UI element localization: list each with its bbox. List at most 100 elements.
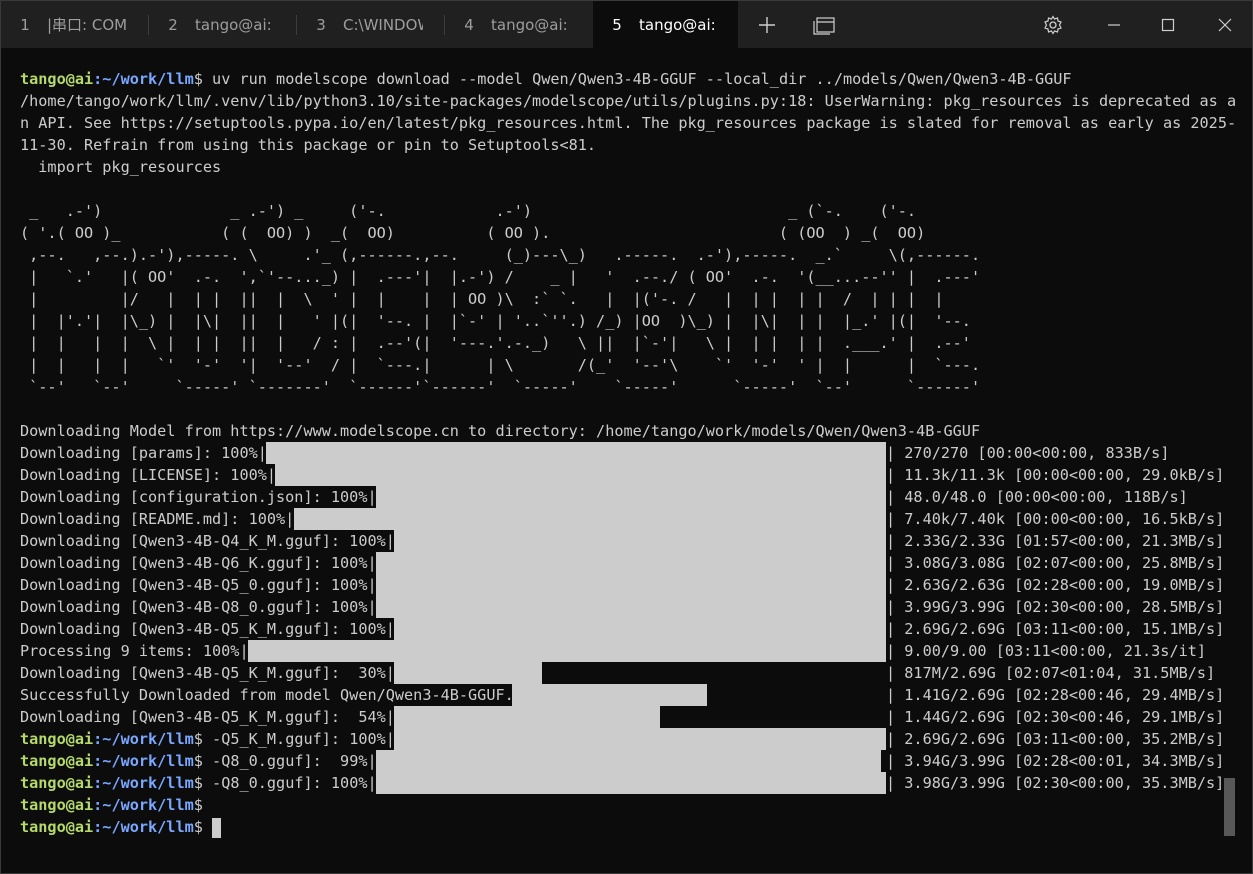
progress-bar-fill bbox=[512, 684, 707, 706]
progress-stats: | 11.3k/11.3k [00:00<00:00, 29.0kB/s] bbox=[886, 466, 1225, 484]
tab-4[interactable]: 4 tango@ai: ~ bbox=[445, 1, 592, 48]
minimize-button[interactable] bbox=[1091, 1, 1137, 48]
warning-line: n API. See https://setuptools.pypa.io/en… bbox=[20, 114, 1237, 132]
progress-bar-fill bbox=[393, 706, 660, 728]
tab-number: 2 bbox=[168, 15, 178, 34]
progress-label: Downloading [Qwen3-4B-Q4_K_M.gguf]: 100%… bbox=[20, 532, 395, 550]
progress-bar-fill bbox=[293, 508, 886, 530]
progress-label: -Q8_0.gguf]: 99%| bbox=[202, 752, 377, 770]
prompt-symbol: $ bbox=[193, 774, 203, 792]
progress-line: Downloading [Qwen3-4B-Q5_0.gguf]: 100%| bbox=[20, 574, 377, 596]
close-button[interactable] bbox=[1202, 1, 1248, 48]
progress-bar-fill bbox=[393, 530, 886, 552]
progress-stats: | 3.98G/3.99G [02:30<00:00, 35.3MB/s] bbox=[886, 774, 1225, 792]
ascii-art-line: ,--. ,--.).-'),-----. \ .'_ (,------.,--… bbox=[20, 246, 981, 264]
command-line: tango@ai:~/work/llm$ uv run modelscope d… bbox=[20, 68, 1072, 90]
tab-title: C:\WINDOWS bbox=[343, 15, 423, 34]
active-prompt-line[interactable]: tango@ai:~/work/llm$ bbox=[20, 816, 222, 838]
minimize-icon bbox=[1108, 23, 1120, 26]
progress-label: Downloading [Qwen3-4B-Q5_K_M.gguf]: 54%| bbox=[20, 708, 395, 726]
progress-line: tango@ai:~/work/llm$ -Q8_0.gguf]: 99%| bbox=[20, 750, 377, 772]
warning-line: 11-30. Refrain from using this package o… bbox=[20, 136, 597, 154]
progress-bar-fill bbox=[393, 728, 886, 750]
progress-stats: | 2.63G/2.63G [02:28<00:00, 19.0MB/s] bbox=[886, 576, 1225, 594]
progress-stats: | 3.94G/3.99G [02:28<00:01, 34.3MB/s] bbox=[886, 752, 1225, 770]
ascii-art-line: `--' `--' `-----' `-------' `------'`---… bbox=[20, 378, 981, 396]
progress-line: Downloading [Qwen3-4B-Q8_0.gguf]: 100%| bbox=[20, 596, 377, 618]
progress-line: tango@ai:~/work/llm$ -Q8_0.gguf]: 100%| bbox=[20, 772, 377, 794]
progress-label: Downloading [params]: 100%| bbox=[20, 444, 267, 462]
prompt-symbol: $ bbox=[193, 70, 203, 88]
dropdown-button[interactable] bbox=[802, 1, 846, 48]
scrollbar-thumb[interactable] bbox=[1224, 778, 1235, 836]
progress-stats: | 1.44G/2.69G [02:30<00:46, 29.1MB/s] bbox=[886, 708, 1225, 726]
text-cursor bbox=[212, 817, 222, 838]
dropdown-icon bbox=[813, 16, 835, 35]
progress-bar-fill bbox=[393, 662, 542, 684]
progress-label: Downloading [Qwen3-4B-Q5_K_M.gguf]: 30%| bbox=[20, 664, 395, 682]
progress-bar-fill bbox=[393, 618, 886, 640]
tab-5-active[interactable]: 5 tango@ai: ~ bbox=[593, 1, 738, 48]
progress-line: Downloading [Qwen3-4B-Q6_K.gguf]: 100%| bbox=[20, 552, 377, 574]
progress-stats: | 2.69G/2.69G [03:11<00:00, 35.2MB/s] bbox=[886, 730, 1225, 748]
progress-bar-fill bbox=[266, 442, 886, 464]
progress-stats: | 270/270 [00:00<00:00, 833B/s] bbox=[886, 444, 1170, 462]
progress-line: Downloading [configuration.json]: 100%| bbox=[20, 486, 377, 508]
progress-label: Downloading [Qwen3-4B-Q6_K.gguf]: 100%| bbox=[20, 554, 377, 572]
progress-label: Downloading [Qwen3-4B-Q8_0.gguf]: 100%| bbox=[20, 598, 377, 616]
tab-bar: 1 |串口: COM1 2 tango@ai: ~ 3 C:\WINDOWS 4… bbox=[1, 1, 1252, 48]
new-tab-button[interactable] bbox=[747, 1, 787, 48]
progress-line: Processing 9 items: 100%| bbox=[20, 640, 249, 662]
maximize-button[interactable] bbox=[1145, 1, 1191, 48]
prompt-user: tango@ai bbox=[20, 752, 94, 770]
warning-line: import pkg_resources bbox=[20, 158, 222, 176]
prompt-user: tango@ai bbox=[20, 70, 94, 88]
tab-title: |串口: COM1 bbox=[47, 16, 127, 34]
tab-number: 5 bbox=[612, 15, 622, 34]
tab-1[interactable]: 1 |串口: COM1 bbox=[1, 1, 148, 48]
progress-line: Downloading [Qwen3-4B-Q4_K_M.gguf]: 100%… bbox=[20, 530, 395, 552]
terminal-window: 1 |串口: COM1 2 tango@ai: ~ 3 C:\WINDOWS 4… bbox=[0, 0, 1253, 874]
progress-stats: | 7.40k/7.40k [00:00<00:00, 16.5kB/s] bbox=[886, 510, 1225, 528]
progress-line: Downloading [LICENSE]: 100%| bbox=[20, 464, 276, 486]
progress-label: Successfully Downloaded from model Qwen/… bbox=[20, 686, 514, 704]
progress-line: Downloading [Qwen3-4B-Q5_K_M.gguf]: 30%| bbox=[20, 662, 395, 684]
tab-title: tango@ai: ~ bbox=[639, 15, 719, 34]
prompt-user: tango@ai bbox=[20, 818, 94, 836]
tab-title: tango@ai: ~ bbox=[195, 15, 275, 34]
prompt-path: :~/work/llm bbox=[93, 730, 194, 748]
progress-label: Downloading [LICENSE]: 100%| bbox=[20, 466, 277, 484]
progress-bar-fill bbox=[375, 574, 886, 596]
command-text: uv run modelscope download --model Qwen/… bbox=[202, 70, 1072, 88]
progress-stats: | 2.33G/2.33G [01:57<00:00, 21.3MB/s] bbox=[886, 532, 1225, 550]
tab-title: tango@ai: ~ bbox=[491, 15, 571, 34]
progress-label: Downloading [README.md]: 100%| bbox=[20, 510, 295, 528]
progress-bar-fill bbox=[375, 596, 886, 618]
tab-2[interactable]: 2 tango@ai: ~ bbox=[149, 1, 296, 48]
progress-line: Downloading [README.md]: 100%| bbox=[20, 508, 294, 530]
prompt-path: :~/work/llm bbox=[93, 70, 194, 88]
progress-label: Downloading [Qwen3-4B-Q5_0.gguf]: 100%| bbox=[20, 576, 377, 594]
prompt-symbol: $ bbox=[193, 818, 203, 836]
prompt-user: tango@ai bbox=[20, 774, 94, 792]
progress-stats: | 1.41G/2.69G [02:28<00:46, 29.4MB/s] bbox=[886, 686, 1225, 704]
prompt-symbol: $ bbox=[193, 730, 203, 748]
settings-gear-icon bbox=[1044, 14, 1062, 35]
tab-3[interactable]: 3 C:\WINDOWS bbox=[297, 1, 444, 48]
progress-bar-fill bbox=[375, 486, 886, 508]
tab-number: 4 bbox=[464, 15, 474, 34]
progress-bar-fill bbox=[375, 772, 886, 794]
progress-bar-fill bbox=[375, 750, 881, 772]
progress-stats: | 3.99G/3.99G [02:30<00:00, 28.5MB/s] bbox=[886, 598, 1225, 616]
prompt-line: tango@ai:~/work/llm$ bbox=[20, 794, 203, 816]
progress-stats: | 817M/2.69G [02:07<01:04, 31.5MB/s] bbox=[886, 664, 1216, 682]
settings-button[interactable] bbox=[1033, 1, 1073, 48]
ascii-art-line: | |'.'| |\_) | |\| || | ' |(| '--. | |`-… bbox=[20, 312, 971, 330]
progress-label: Downloading [Qwen3-4B-Q5_K_M.gguf]: 100%… bbox=[20, 620, 395, 638]
progress-line: Successfully Downloaded from model Qwen/… bbox=[20, 684, 514, 706]
tab-number: 1 bbox=[20, 15, 30, 34]
progress-line: Downloading [Qwen3-4B-Q5_K_M.gguf]: 54%| bbox=[20, 706, 395, 728]
progress-label: Processing 9 items: 100%| bbox=[20, 642, 249, 660]
plus-icon bbox=[759, 16, 775, 33]
progress-stats: | 3.08G/3.08G [02:07<00:00, 25.8MB/s] bbox=[886, 554, 1225, 572]
